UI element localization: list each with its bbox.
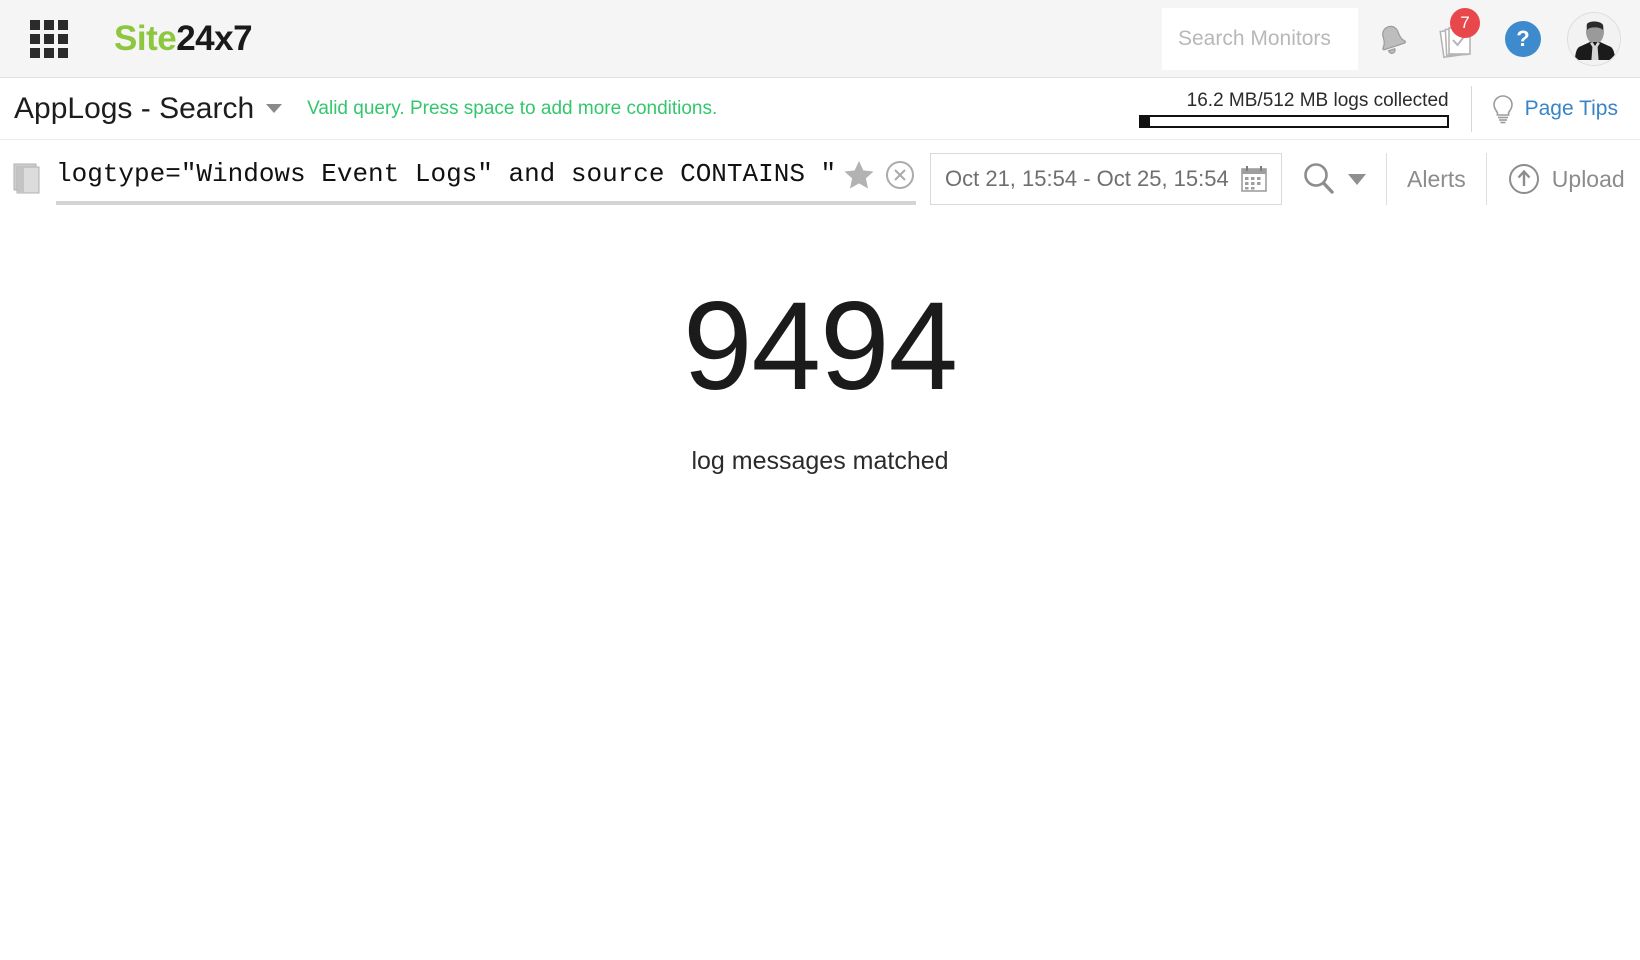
header-actions: 7 ? [1162,0,1640,78]
apps-grid-cell [44,33,54,44]
page-tips-button[interactable]: Page Tips [1490,93,1618,125]
top-header-bar: Site24x7 7 ? [0,0,1640,78]
brand-logo-green: Site [114,18,177,58]
star-icon [844,161,874,189]
log-quota-progress-bar [1138,115,1449,128]
run-search-button[interactable] [1300,160,1366,198]
magnifier-icon [1304,163,1334,194]
upload-label: Upload [1551,165,1625,192]
alerts-button[interactable]: Alerts [1407,166,1466,193]
page-title-bar: AppLogs - Search Valid query. Press spac… [0,78,1640,140]
query-toolbar: logtype="Windows Event Logs" and source … [0,140,1640,218]
brand-logo[interactable]: Site24x7 [114,18,253,59]
query-status-message: Valid query. Press space to add more con… [307,97,718,119]
page-title-chevron-down-icon[interactable] [266,104,283,113]
apps-grid-cell [44,19,54,30]
query-toolbar-divider [1386,153,1387,205]
query-toolbar-divider [1485,153,1487,205]
query-field-actions [836,158,916,196]
matched-count-caption: log messages matched [691,447,949,475]
user-avatar-icon [1568,13,1620,65]
apps-grid-cell [58,47,68,58]
page-tips-label: Page Tips [1524,97,1618,120]
apps-grid-cell [44,47,54,58]
apps-grid-icon[interactable] [30,19,68,58]
apps-grid-cell [58,19,68,30]
search-results-panel: 9494 log messages matched [0,218,1640,878]
avatar [1567,12,1621,66]
user-avatar-button[interactable] [1556,0,1632,78]
matched-count-value: 9494 [682,277,958,416]
save-query-favorite-button[interactable] [842,158,876,192]
query-input-field[interactable]: logtype="Windows Event Logs" and source … [56,153,916,205]
log-stack-icon[interactable] [12,162,42,196]
apps-grid-cell [58,33,68,44]
page-title: AppLogs - Search [14,91,255,125]
notifications-bell-button[interactable] [1358,0,1424,78]
titlebar-right-group: 16.2 MB/512 MB logs collected Page Tips [1138,78,1640,140]
apps-grid-cell [30,33,40,44]
notification-badge: 7 [1450,8,1480,38]
titlebar-divider [1470,86,1472,132]
search-options-chevron-down-icon[interactable] [1348,173,1366,185]
question-mark-icon: ? [1505,21,1541,57]
query-input-value[interactable]: logtype="Windows Event Logs" and source … [56,159,836,195]
calendar-icon[interactable] [1239,164,1269,194]
lightbulb-icon [1492,95,1513,124]
bell-icon [1382,25,1407,54]
log-quota-progress-fill [1140,117,1151,126]
apps-grid-cell [30,47,40,58]
upload-circle-icon [1508,164,1539,194]
upload-button[interactable]: Upload [1507,162,1625,196]
date-range-value: Oct 21, 15:54 - Oct 25, 15:54 [945,166,1229,191]
search-monitors-input[interactable] [1162,8,1358,70]
log-quota: 16.2 MB/512 MB logs collected [1138,90,1449,128]
clear-query-button[interactable] [884,159,916,191]
log-quota-label: 16.2 MB/512 MB logs collected [1186,90,1449,111]
clear-circle-icon [886,161,914,189]
tasks-button[interactable]: 7 [1424,0,1490,78]
apps-grid-cell [30,19,40,30]
help-button[interactable]: ? [1490,0,1556,78]
date-range-picker[interactable]: Oct 21, 15:54 - Oct 25, 15:54 [930,153,1282,205]
brand-logo-dark: 24x7 [176,18,253,58]
